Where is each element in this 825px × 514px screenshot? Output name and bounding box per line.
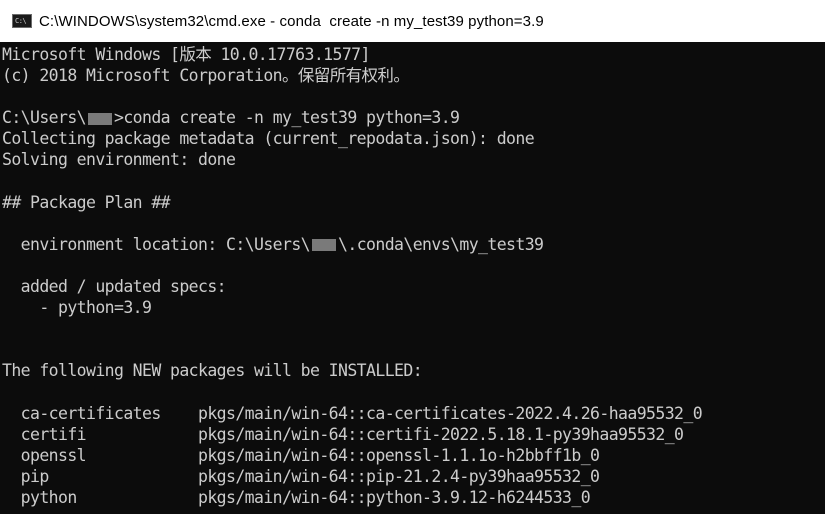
cmd-icon-glyph: C:\ — [15, 17, 27, 25]
console-line: pip pkgs/main/win-64::pip-21.2.4-py39haa… — [2, 466, 600, 486]
console-line: Collecting package metadata (current_rep… — [2, 129, 535, 149]
console-line: ca-certificates pkgs/main/win-64::ca-cer… — [2, 403, 703, 423]
console-line: ## Package Plan ## — [2, 192, 171, 212]
redacted-username — [312, 239, 337, 252]
console-line: openssl pkgs/main/win-64::openssl-1.1.1o… — [2, 445, 600, 465]
title-bar[interactable]: C:\ C:\WINDOWS\system32\cmd.exe - conda … — [0, 0, 825, 42]
console-line: certifi pkgs/main/win-64::certifi-2022.5… — [2, 424, 684, 444]
cmd-window: C:\ C:\WINDOWS\system32\cmd.exe - conda … — [0, 0, 825, 514]
console-text: >conda create -n my_test39 python=3.9 — [114, 108, 460, 128]
console-text: \.conda\envs\my_test39 — [338, 234, 544, 254]
console-text: environment location: C:\Users\ — [2, 234, 311, 254]
console-output[interactable]: Microsoft Windows [版本 10.0.17763.1577] (c… — [0, 42, 825, 514]
console-line: python pkgs/main/win-64::python-3.9.12-h… — [2, 487, 591, 507]
console-line: Microsoft Windows [版本 10.0.17763.1577] — [2, 45, 370, 64]
console-line: added / updated specs: — [2, 277, 227, 297]
window-title: C:\WINDOWS\system32\cmd.exe - conda crea… — [39, 12, 544, 30]
console-line: (c) 2018 Microsoft Corporation。保留所有权利。 — [2, 66, 410, 86]
cmd-icon[interactable]: C:\ — [12, 14, 32, 28]
console-line: - python=3.9 — [2, 298, 152, 318]
console-line: The following NEW packages will be INSTA… — [2, 361, 423, 381]
redacted-username — [88, 112, 113, 125]
console-line: Solving environment: done — [2, 150, 236, 170]
console-text: C:\Users\ — [2, 108, 87, 128]
console-line: environment location: C:\Users\ \.conda\e… — [2, 234, 825, 255]
console-line: C:\Users\ >conda create -n my_test39 pyth… — [2, 107, 825, 128]
